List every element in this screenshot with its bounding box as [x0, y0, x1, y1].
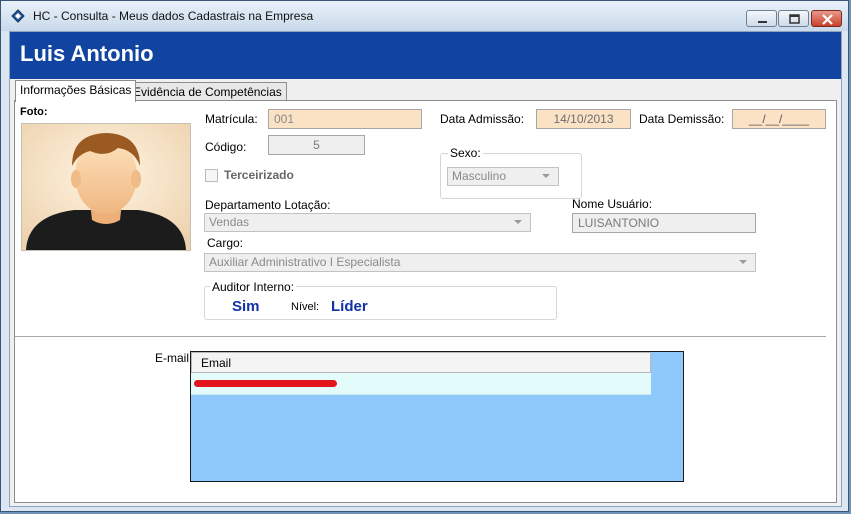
matricula-field[interactable]: 001 [268, 109, 422, 129]
email-column-header[interactable]: Email [191, 352, 651, 373]
client-area: Luis Antonio Informações Básicas Evidênc… [9, 31, 842, 507]
cargo-select[interactable]: Auxiliar Administrativo I Especialista [204, 253, 756, 272]
codigo-label: Código: [205, 140, 247, 154]
matricula-label: Matrícula: [205, 112, 258, 126]
data-demissao-label: Data Demissão: [639, 112, 725, 126]
terceirizado-label: Terceirizado [224, 168, 294, 182]
departamento-label: Departamento Lotação: [205, 198, 331, 212]
email-label: E-mail [155, 351, 190, 365]
employee-photo [21, 123, 191, 251]
minimize-button[interactable] [746, 10, 777, 27]
maximize-icon [789, 14, 800, 24]
avatar-icon [22, 124, 190, 250]
cargo-label: Cargo: [207, 236, 244, 250]
title-bar[interactable]: HC - Consulta - Meus dados Cadastrais na… [1, 1, 848, 31]
sexo-group: Sexo: Masculino [440, 146, 582, 199]
nivel-label: Nível: [291, 301, 320, 313]
tab-evidencia-competencias[interactable]: Evidência de Competências [128, 82, 287, 102]
data-admissao-field[interactable]: 14/10/2013 [536, 109, 631, 129]
email-grid[interactable]: Email [190, 351, 684, 482]
minimize-icon [758, 21, 767, 23]
auditor-interno-label: Auditor Interno: [210, 280, 297, 294]
close-button[interactable] [811, 10, 842, 27]
maximize-button[interactable] [778, 10, 809, 27]
chevron-down-icon [542, 174, 550, 178]
close-icon [822, 14, 833, 25]
sexo-value: Masculino [452, 169, 507, 183]
main-window: HC - Consulta - Meus dados Cadastrais na… [0, 0, 849, 512]
tab-page-informacoes-basicas: Foto: Matrícula: 001 Data Admissão: 14/1… [14, 100, 837, 503]
window-title: HC - Consulta - Meus dados Cadastrais na… [33, 9, 314, 23]
data-demissao-field[interactable]: __/__/____ [732, 109, 826, 129]
data-admissao-label: Data Admissão: [440, 112, 525, 126]
codigo-field[interactable]: 5 [268, 135, 365, 155]
nome-usuario-label: Nome Usuário: [572, 197, 653, 211]
nivel-value: Líder [331, 298, 368, 315]
chevron-down-icon [514, 220, 522, 224]
email-column-header-label: Email [201, 356, 232, 370]
header-banner: Luis Antonio [10, 32, 841, 79]
app-diamond-icon [11, 9, 25, 23]
chevron-down-icon [739, 260, 747, 264]
cargo-value: Auxiliar Administrativo I Especialista [209, 255, 401, 269]
section-divider [15, 336, 826, 337]
auditor-interno-group: Auditor Interno: Sim Nível: Líder [204, 280, 557, 320]
employee-name: Luis Antonio [20, 41, 154, 66]
sexo-select[interactable]: Masculino [447, 167, 559, 186]
departamento-value: Vendas [209, 215, 250, 229]
terceirizado-checkbox[interactable] [205, 169, 218, 182]
auditor-interno-value: Sim [232, 298, 260, 315]
sexo-label: Sexo: [448, 146, 483, 160]
departamento-select[interactable]: Vendas [204, 213, 531, 232]
redaction-mark [194, 380, 337, 387]
email-row[interactable] [191, 373, 651, 395]
tab-informacoes-basicas[interactable]: Informações Básicas [15, 80, 137, 102]
photo-label: Foto: [20, 106, 48, 118]
nome-usuario-field[interactable]: LUISANTONIO [572, 213, 756, 233]
